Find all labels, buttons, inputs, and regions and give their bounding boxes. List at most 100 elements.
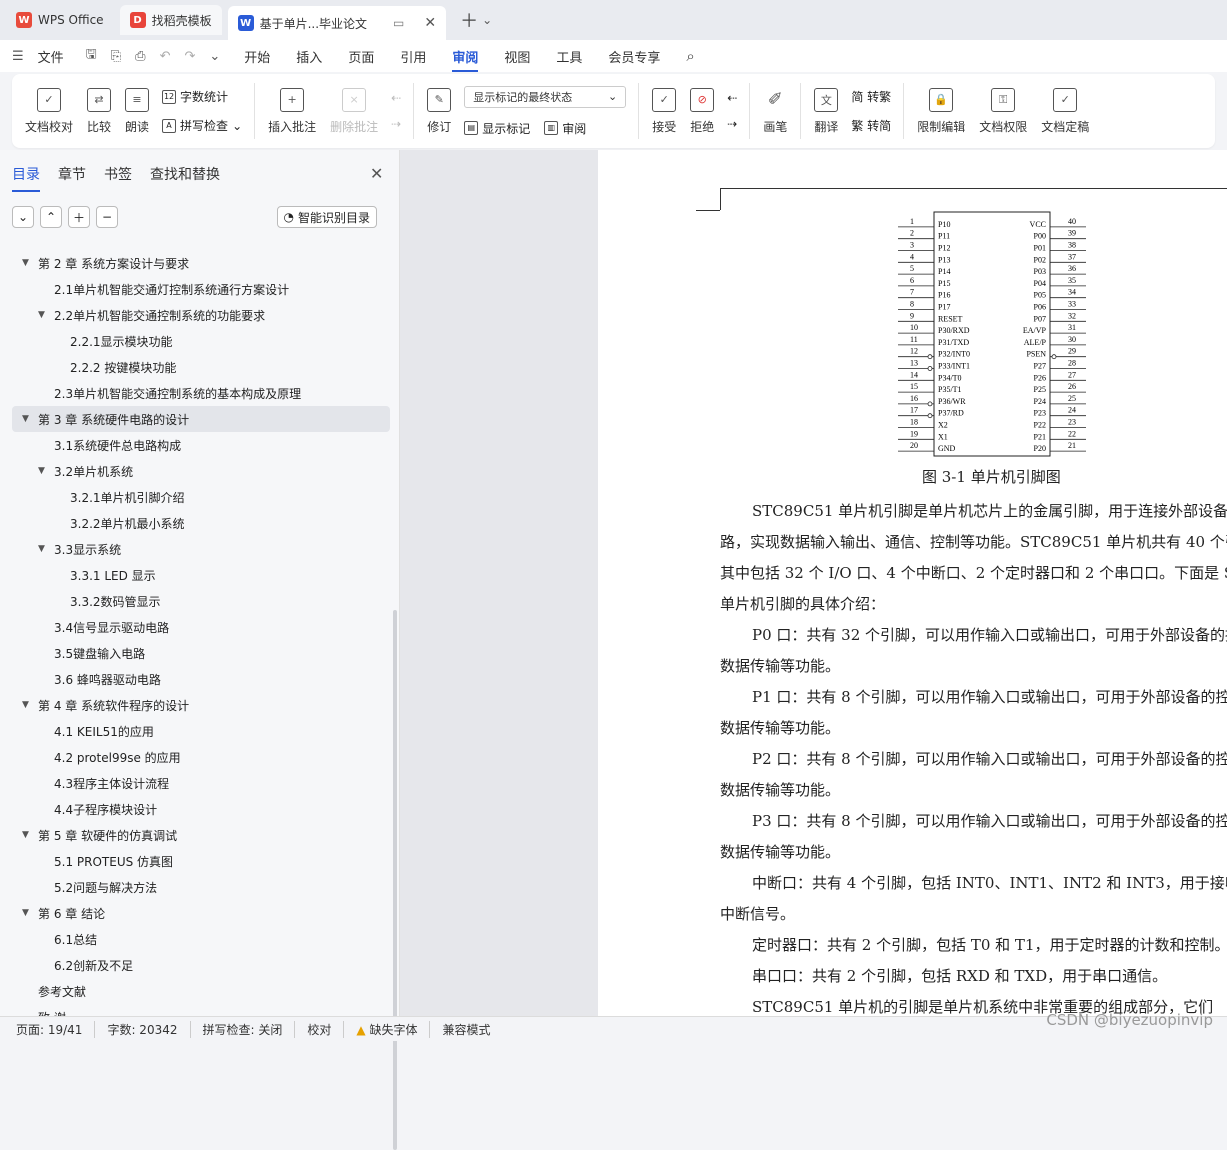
menu-file[interactable]: 文件 xyxy=(38,47,64,66)
triangle-down-icon[interactable]: ▼ xyxy=(22,830,34,840)
toc-item[interactable]: 3.5键盘输入电路 xyxy=(12,640,390,666)
toc-item[interactable]: 3.1系统硬件总电路构成 xyxy=(12,432,390,458)
tab-find-replace[interactable]: 查找和替换 xyxy=(150,164,220,192)
restrict-edit-button[interactable]: 🔒 限制编辑 xyxy=(917,79,965,143)
show-markup-button[interactable]: ▤ 显示标记 xyxy=(464,120,530,137)
toc-item[interactable]: 3.6 蜂鸣器驱动电路 xyxy=(12,666,390,692)
revise-button[interactable]: ✎ 修订 xyxy=(427,79,451,143)
toc-item[interactable]: 3.2.2单片机最小系统 xyxy=(12,510,390,536)
toc-item[interactable]: 6.1总结 xyxy=(12,926,390,952)
compare-button[interactable]: ⇄ 比较 xyxy=(87,79,111,143)
toc-item[interactable]: 参考文献 xyxy=(12,978,390,1004)
tab-wps-office[interactable]: W WPS Office xyxy=(6,5,114,35)
review-pane-button[interactable]: ▥ 审阅 xyxy=(544,120,586,137)
triangle-down-icon[interactable]: ▼ xyxy=(22,908,34,918)
toc-item[interactable]: 5.1 PROTEUS 仿真图 xyxy=(12,848,390,874)
accept-button[interactable]: ✓ 接受 xyxy=(652,79,676,143)
translate-button[interactable]: 文翻译 xyxy=(814,79,838,143)
triangle-down-icon[interactable]: ▼ xyxy=(38,310,50,320)
toc-item[interactable]: ▼ 第 6 章 结论 xyxy=(12,900,390,926)
export-icon[interactable]: ⎘ xyxy=(111,49,121,64)
next-comment-icon[interactable]: ⇢ xyxy=(391,117,401,131)
toc-item[interactable]: 3.3.1 LED 显示 xyxy=(12,562,390,588)
toc-item[interactable]: 2.2.1显示模块功能 xyxy=(12,328,390,354)
toc-item[interactable]: 4.1 KEIL51的应用 xyxy=(12,718,390,744)
doc-finalize-button[interactable]: ✓ 文档定稿 xyxy=(1041,79,1089,143)
menu-tools[interactable]: 工具 xyxy=(556,47,582,66)
menu-review[interactable]: 审阅 xyxy=(452,47,479,72)
tab-document[interactable]: W 基于单片...毕业论文 ▭ ✕ xyxy=(227,6,447,40)
markup-state-select[interactable]: 显示标记的最终状态 ⌄ xyxy=(464,85,627,108)
toc-item[interactable]: ▼ 3.3显示系统 xyxy=(12,536,390,562)
toc-item[interactable]: ▼ 第 2 章 系统方案设计与要求 xyxy=(12,250,390,276)
insert-comment-button[interactable]: + 插入批注 xyxy=(268,79,316,143)
toc-item[interactable]: ▼ 2.2单片机智能交通控制系统的功能要求 xyxy=(12,302,390,328)
expand-icon[interactable]: ⌃ xyxy=(40,206,62,228)
toc-item[interactable]: 2.3单片机智能交通控制系统的基本构成及原理 xyxy=(12,380,390,406)
toc-item[interactable]: 4.2 protel99se 的应用 xyxy=(12,744,390,770)
pen-button[interactable]: ✐ 画笔 xyxy=(763,79,787,143)
save-icon[interactable]: 🖫 xyxy=(86,45,97,67)
smart-toc-button[interactable]: ◔ 智能识别目录 xyxy=(276,206,377,228)
toc-item[interactable]: ▼ 第 5 章 软硬件的仿真调试 xyxy=(12,822,390,848)
proof-indicator[interactable]: 校对 xyxy=(307,1020,345,1038)
triangle-down-icon[interactable]: ▼ xyxy=(38,466,50,476)
undo-icon[interactable]: ↶ xyxy=(160,49,171,64)
monitor-icon[interactable]: ▭ xyxy=(393,16,404,30)
spell-check-button[interactable]: A 拼写检查 ⌄ xyxy=(162,117,242,134)
triangle-down-icon[interactable]: ▼ xyxy=(38,544,50,554)
new-tab-icon[interactable]: ＋ xyxy=(460,7,478,33)
triangle-down-icon[interactable]: ▼ xyxy=(22,258,34,268)
menu-icon[interactable]: ☰ xyxy=(12,49,24,64)
tab-bookmarks[interactable]: 书签 xyxy=(104,164,132,192)
toc-item[interactable]: 4.4子程序模块设计 xyxy=(12,796,390,822)
toc-item[interactable]: 3.2.1单片机引脚介绍 xyxy=(12,484,390,510)
remove-icon[interactable]: − xyxy=(96,206,118,228)
toc-item[interactable]: 5.2问题与解决方法 xyxy=(12,874,390,900)
page-indicator[interactable]: 页面: 19/41 xyxy=(16,1020,96,1038)
toc-item[interactable]: ▼ 第 3 章 系统硬件电路的设计 xyxy=(12,406,390,432)
prev-comment-icon[interactable]: ⇠ xyxy=(391,91,401,105)
missing-font-indicator[interactable]: ▲ 缺失字体 xyxy=(356,1020,431,1038)
redo-icon[interactable]: ↷ xyxy=(184,49,195,64)
delete-comment-button[interactable]: × 删除批注 xyxy=(330,79,378,143)
menu-home[interactable]: 开始 xyxy=(244,47,270,66)
toc-item[interactable]: 2.2.2 按键模块功能 xyxy=(12,354,390,380)
spell-check-indicator[interactable]: 拼写检查: 关闭 xyxy=(203,1020,296,1038)
collapse-icon[interactable]: ⌄ xyxy=(12,206,34,228)
tab-chapters[interactable]: 章节 xyxy=(58,164,86,192)
tab-toc[interactable]: 目录 xyxy=(12,164,40,192)
menu-member[interactable]: 会员专享 xyxy=(608,47,660,66)
menu-insert[interactable]: 插入 xyxy=(296,47,322,66)
chevron-down-icon[interactable]: ⌄ xyxy=(209,49,220,64)
doc-permission-button[interactable]: ⚿ 文档权限 xyxy=(979,79,1027,143)
triangle-down-icon[interactable]: ▼ xyxy=(22,414,34,424)
word-count-indicator[interactable]: 字数: 20342 xyxy=(107,1020,191,1038)
toc-item[interactable]: 2.1单片机智能交通灯控制系统通行方案设计 xyxy=(12,276,390,302)
to-traditional-button[interactable]: 简 转繁 xyxy=(851,88,891,105)
triangle-down-icon[interactable]: ▼ xyxy=(22,700,34,710)
toc-item[interactable]: ▼ 第 4 章 系统软件程序的设计 xyxy=(12,692,390,718)
next-change-icon[interactable]: ⇢ xyxy=(727,117,737,131)
menu-page[interactable]: 页面 xyxy=(348,47,374,66)
read-aloud-button[interactable]: ≡ 朗读 xyxy=(125,79,149,143)
word-count-button[interactable]: 12 字数统计 xyxy=(162,88,242,105)
reject-button[interactable]: ⊘ 拒绝 xyxy=(690,79,714,143)
search-icon[interactable]: ⌕ xyxy=(686,47,694,65)
to-simplified-button[interactable]: 繁 转简 xyxy=(851,117,891,134)
add-icon[interactable]: ＋ xyxy=(68,206,90,228)
toc-item[interactable]: 4.3程序主体设计流程 xyxy=(12,770,390,796)
toc-item[interactable]: ▼ 3.2单片机系统 xyxy=(12,458,390,484)
close-icon[interactable]: ✕ xyxy=(370,164,383,183)
chevron-down-icon[interactable]: ⌄ xyxy=(482,13,492,27)
menu-view[interactable]: 视图 xyxy=(504,47,530,66)
menu-reference[interactable]: 引用 xyxy=(400,47,426,66)
print-preview-icon[interactable]: ⎙ xyxy=(135,49,145,64)
scrollbar[interactable] xyxy=(393,610,397,1150)
close-icon[interactable]: ✕ xyxy=(424,15,436,31)
tab-templates[interactable]: D 找稻壳模板 xyxy=(119,5,222,35)
toc-item[interactable]: 3.3.2数码管显示 xyxy=(12,588,390,614)
toc-item[interactable]: 6.2创新及不足 xyxy=(12,952,390,978)
toc-item[interactable]: 3.4信号显示驱动电路 xyxy=(12,614,390,640)
prev-change-icon[interactable]: ⇠ xyxy=(727,91,737,105)
